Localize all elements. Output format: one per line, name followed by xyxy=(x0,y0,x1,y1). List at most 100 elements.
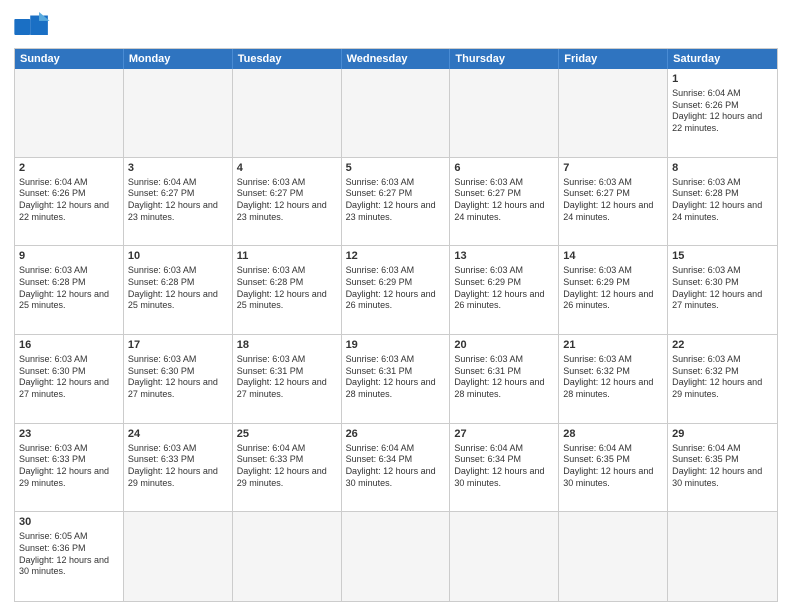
calendar-header: SundayMondayTuesdayWednesdayThursdayFrid… xyxy=(15,49,777,69)
cal-cell-0-2 xyxy=(233,69,342,157)
day-number: 23 xyxy=(19,427,119,442)
logo-icon xyxy=(14,12,50,42)
cell-content: Sunrise: 6:03 AMSunset: 6:27 PMDaylight:… xyxy=(563,177,663,224)
logo xyxy=(14,12,54,42)
day-number: 15 xyxy=(672,249,773,264)
day-number: 18 xyxy=(237,338,337,353)
cal-cell-1-3: 5Sunrise: 6:03 AMSunset: 6:27 PMDaylight… xyxy=(342,158,451,246)
header-day-friday: Friday xyxy=(559,49,668,69)
cal-cell-4-4: 27Sunrise: 6:04 AMSunset: 6:34 PMDayligh… xyxy=(450,424,559,512)
cell-content: Sunrise: 6:04 AMSunset: 6:34 PMDaylight:… xyxy=(454,443,554,490)
cal-cell-5-6 xyxy=(668,512,777,601)
cell-content: Sunrise: 6:04 AMSunset: 6:26 PMDaylight:… xyxy=(672,88,773,135)
cell-content: Sunrise: 6:04 AMSunset: 6:33 PMDaylight:… xyxy=(237,443,337,490)
week-row-2: 9Sunrise: 6:03 AMSunset: 6:28 PMDaylight… xyxy=(15,246,777,335)
day-number: 1 xyxy=(672,72,773,87)
cal-cell-2-6: 15Sunrise: 6:03 AMSunset: 6:30 PMDayligh… xyxy=(668,246,777,334)
cal-cell-2-1: 10Sunrise: 6:03 AMSunset: 6:28 PMDayligh… xyxy=(124,246,233,334)
cal-cell-2-5: 14Sunrise: 6:03 AMSunset: 6:29 PMDayligh… xyxy=(559,246,668,334)
cell-content: Sunrise: 6:04 AMSunset: 6:35 PMDaylight:… xyxy=(672,443,773,490)
cal-cell-3-0: 16Sunrise: 6:03 AMSunset: 6:30 PMDayligh… xyxy=(15,335,124,423)
day-number: 3 xyxy=(128,161,228,176)
cell-content: Sunrise: 6:03 AMSunset: 6:27 PMDaylight:… xyxy=(237,177,337,224)
cell-content: Sunrise: 6:03 AMSunset: 6:28 PMDaylight:… xyxy=(672,177,773,224)
cell-content: Sunrise: 6:03 AMSunset: 6:31 PMDaylight:… xyxy=(454,354,554,401)
cal-cell-3-6: 22Sunrise: 6:03 AMSunset: 6:32 PMDayligh… xyxy=(668,335,777,423)
day-number: 12 xyxy=(346,249,446,264)
day-number: 28 xyxy=(563,427,663,442)
header xyxy=(14,12,778,42)
cell-content: Sunrise: 6:03 AMSunset: 6:27 PMDaylight:… xyxy=(454,177,554,224)
cell-content: Sunrise: 6:03 AMSunset: 6:27 PMDaylight:… xyxy=(346,177,446,224)
cal-cell-0-6: 1Sunrise: 6:04 AMSunset: 6:26 PMDaylight… xyxy=(668,69,777,157)
cal-cell-4-0: 23Sunrise: 6:03 AMSunset: 6:33 PMDayligh… xyxy=(15,424,124,512)
cal-cell-3-2: 18Sunrise: 6:03 AMSunset: 6:31 PMDayligh… xyxy=(233,335,342,423)
week-row-1: 2Sunrise: 6:04 AMSunset: 6:26 PMDaylight… xyxy=(15,158,777,247)
cal-cell-5-5 xyxy=(559,512,668,601)
day-number: 21 xyxy=(563,338,663,353)
week-row-0: 1Sunrise: 6:04 AMSunset: 6:26 PMDaylight… xyxy=(15,69,777,158)
header-day-sunday: Sunday xyxy=(15,49,124,69)
cell-content: Sunrise: 6:03 AMSunset: 6:29 PMDaylight:… xyxy=(346,265,446,312)
day-number: 16 xyxy=(19,338,119,353)
cal-cell-1-1: 3Sunrise: 6:04 AMSunset: 6:27 PMDaylight… xyxy=(124,158,233,246)
cell-content: Sunrise: 6:03 AMSunset: 6:33 PMDaylight:… xyxy=(19,443,119,490)
cell-content: Sunrise: 6:05 AMSunset: 6:36 PMDaylight:… xyxy=(19,531,119,578)
cell-content: Sunrise: 6:03 AMSunset: 6:30 PMDaylight:… xyxy=(128,354,228,401)
header-day-thursday: Thursday xyxy=(450,49,559,69)
cal-cell-4-1: 24Sunrise: 6:03 AMSunset: 6:33 PMDayligh… xyxy=(124,424,233,512)
cal-cell-3-5: 21Sunrise: 6:03 AMSunset: 6:32 PMDayligh… xyxy=(559,335,668,423)
cell-content: Sunrise: 6:04 AMSunset: 6:27 PMDaylight:… xyxy=(128,177,228,224)
cell-content: Sunrise: 6:03 AMSunset: 6:31 PMDaylight:… xyxy=(346,354,446,401)
cell-content: Sunrise: 6:03 AMSunset: 6:29 PMDaylight:… xyxy=(563,265,663,312)
cal-cell-2-2: 11Sunrise: 6:03 AMSunset: 6:28 PMDayligh… xyxy=(233,246,342,334)
day-number: 26 xyxy=(346,427,446,442)
cal-cell-0-1 xyxy=(124,69,233,157)
day-number: 7 xyxy=(563,161,663,176)
day-number: 8 xyxy=(672,161,773,176)
day-number: 24 xyxy=(128,427,228,442)
calendar-body: 1Sunrise: 6:04 AMSunset: 6:26 PMDaylight… xyxy=(15,69,777,601)
day-number: 14 xyxy=(563,249,663,264)
cal-cell-2-0: 9Sunrise: 6:03 AMSunset: 6:28 PMDaylight… xyxy=(15,246,124,334)
cell-content: Sunrise: 6:04 AMSunset: 6:26 PMDaylight:… xyxy=(19,177,119,224)
cell-content: Sunrise: 6:03 AMSunset: 6:29 PMDaylight:… xyxy=(454,265,554,312)
day-number: 11 xyxy=(237,249,337,264)
day-number: 13 xyxy=(454,249,554,264)
cell-content: Sunrise: 6:04 AMSunset: 6:35 PMDaylight:… xyxy=(563,443,663,490)
page: SundayMondayTuesdayWednesdayThursdayFrid… xyxy=(0,0,792,612)
calendar: SundayMondayTuesdayWednesdayThursdayFrid… xyxy=(14,48,778,602)
day-number: 27 xyxy=(454,427,554,442)
day-number: 30 xyxy=(19,515,119,530)
cal-cell-3-4: 20Sunrise: 6:03 AMSunset: 6:31 PMDayligh… xyxy=(450,335,559,423)
day-number: 5 xyxy=(346,161,446,176)
day-number: 25 xyxy=(237,427,337,442)
day-number: 6 xyxy=(454,161,554,176)
day-number: 4 xyxy=(237,161,337,176)
day-number: 17 xyxy=(128,338,228,353)
cal-cell-1-6: 8Sunrise: 6:03 AMSunset: 6:28 PMDaylight… xyxy=(668,158,777,246)
cal-cell-5-2 xyxy=(233,512,342,601)
cal-cell-0-4 xyxy=(450,69,559,157)
cell-content: Sunrise: 6:03 AMSunset: 6:32 PMDaylight:… xyxy=(672,354,773,401)
week-row-4: 23Sunrise: 6:03 AMSunset: 6:33 PMDayligh… xyxy=(15,424,777,513)
cal-cell-1-4: 6Sunrise: 6:03 AMSunset: 6:27 PMDaylight… xyxy=(450,158,559,246)
cal-cell-4-6: 29Sunrise: 6:04 AMSunset: 6:35 PMDayligh… xyxy=(668,424,777,512)
header-day-wednesday: Wednesday xyxy=(342,49,451,69)
cell-content: Sunrise: 6:03 AMSunset: 6:33 PMDaylight:… xyxy=(128,443,228,490)
cal-cell-1-0: 2Sunrise: 6:04 AMSunset: 6:26 PMDaylight… xyxy=(15,158,124,246)
cal-cell-4-2: 25Sunrise: 6:04 AMSunset: 6:33 PMDayligh… xyxy=(233,424,342,512)
cal-cell-2-3: 12Sunrise: 6:03 AMSunset: 6:29 PMDayligh… xyxy=(342,246,451,334)
cell-content: Sunrise: 6:03 AMSunset: 6:31 PMDaylight:… xyxy=(237,354,337,401)
cal-cell-5-1 xyxy=(124,512,233,601)
cell-content: Sunrise: 6:03 AMSunset: 6:28 PMDaylight:… xyxy=(128,265,228,312)
header-day-tuesday: Tuesday xyxy=(233,49,342,69)
cal-cell-5-3 xyxy=(342,512,451,601)
cell-content: Sunrise: 6:03 AMSunset: 6:28 PMDaylight:… xyxy=(237,265,337,312)
cal-cell-0-0 xyxy=(15,69,124,157)
cell-content: Sunrise: 6:03 AMSunset: 6:30 PMDaylight:… xyxy=(672,265,773,312)
day-number: 10 xyxy=(128,249,228,264)
week-row-3: 16 Sunrise: 6:03 AMSunset: 6:30 PMDayligh… xyxy=(15,335,777,424)
header-day-saturday: Saturday xyxy=(668,49,777,69)
header-day-monday: Monday xyxy=(124,49,233,69)
